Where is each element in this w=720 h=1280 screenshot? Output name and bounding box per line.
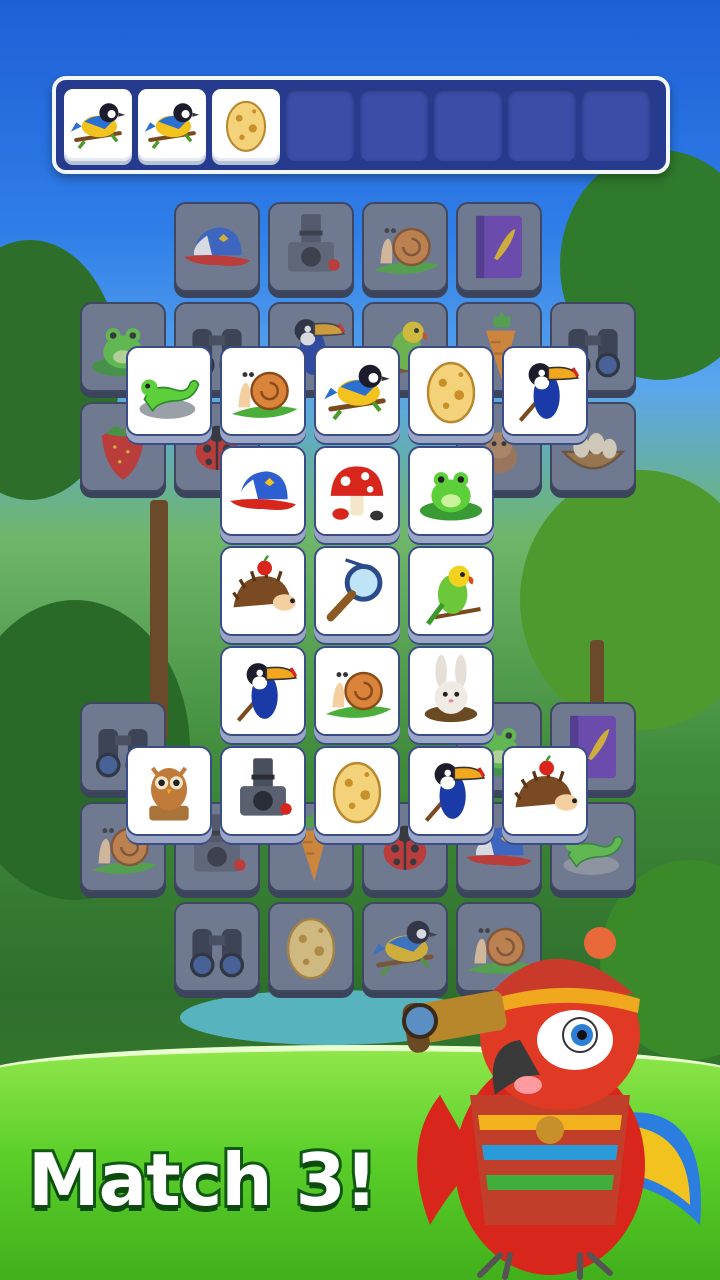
rabbit-icon (410, 648, 492, 734)
slot-filled (212, 89, 280, 161)
frog-icon (410, 448, 492, 534)
palm-tree (520, 470, 720, 730)
tile-free[interactable] (408, 346, 494, 436)
tile-free[interactable] (502, 746, 588, 836)
egg-icon (410, 348, 492, 434)
parakeet-icon (410, 548, 492, 634)
collector-slot-bar (52, 76, 670, 174)
cap-icon (176, 204, 258, 290)
owl-icon (128, 748, 210, 834)
tile-free[interactable] (314, 546, 400, 636)
tile-free[interactable] (314, 746, 400, 836)
tile-free[interactable] (220, 646, 306, 736)
toucan-icon (504, 348, 586, 434)
tile-free[interactable] (220, 546, 306, 636)
bird-icon (64, 89, 132, 161)
headline-text: Match 3! (25, 1135, 381, 1225)
tile-free[interactable] (502, 346, 588, 436)
bird-icon (138, 89, 206, 161)
slot-empty (508, 89, 576, 161)
notebook-icon (458, 204, 540, 290)
egg-icon (316, 748, 398, 834)
tile-free[interactable] (314, 646, 400, 736)
tile-free[interactable] (220, 346, 306, 436)
tile-free[interactable] (314, 446, 400, 536)
tile-free[interactable] (220, 746, 306, 836)
tile-free[interactable] (126, 746, 212, 836)
tile-free[interactable] (126, 346, 212, 436)
tile-blocked (456, 202, 542, 292)
game-scene: Match 3! (0, 0, 720, 1280)
camera-icon (270, 204, 352, 290)
tile-free[interactable] (314, 346, 400, 436)
tile-blocked (268, 202, 354, 292)
tile-blocked (174, 902, 260, 992)
egg-icon (270, 904, 352, 990)
tile-blocked (268, 902, 354, 992)
tile-free[interactable] (408, 546, 494, 636)
egg-icon (212, 89, 280, 161)
slot-empty (360, 89, 428, 161)
hedgehog-icon (222, 548, 304, 634)
slot-empty (286, 89, 354, 161)
tile-blocked (174, 202, 260, 292)
hedgehog-icon (504, 748, 586, 834)
snail-icon (316, 648, 398, 734)
mushroom-icon (316, 448, 398, 534)
tile-free[interactable] (220, 446, 306, 536)
tile-free[interactable] (408, 746, 494, 836)
slot-empty (582, 89, 650, 161)
tile-blocked (362, 202, 448, 292)
snail-icon (222, 348, 304, 434)
tile-free[interactable] (408, 646, 494, 736)
tile-free[interactable] (408, 446, 494, 536)
lizard-icon (128, 348, 210, 434)
snail-icon (364, 204, 446, 290)
camera-icon (222, 748, 304, 834)
toucan-icon (222, 648, 304, 734)
binoculars-icon (176, 904, 258, 990)
slot-empty (434, 89, 502, 161)
cap-icon (222, 448, 304, 534)
magnifier-icon (316, 548, 398, 634)
toucan-icon (410, 748, 492, 834)
slot-filled (64, 89, 132, 161)
slot-filled (138, 89, 206, 161)
parrot-mascot (402, 927, 701, 1280)
bird-icon (316, 348, 398, 434)
